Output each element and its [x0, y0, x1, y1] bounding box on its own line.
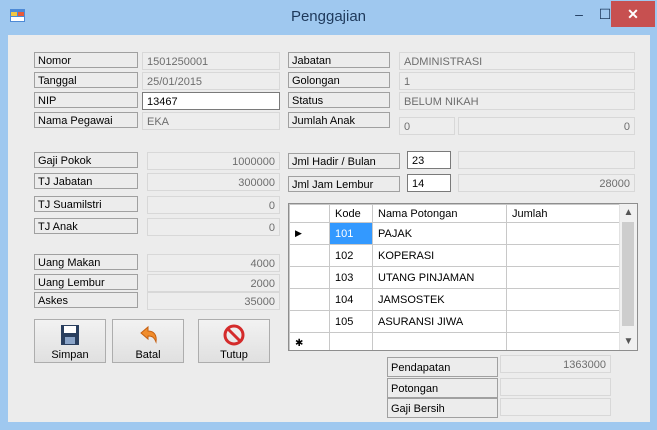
- nama-potongan-cell[interactable]: PAJAK: [372, 222, 507, 245]
- askes-field[interactable]: 35000: [147, 292, 280, 310]
- column-header-jumlah[interactable]: Jumlah: [506, 204, 623, 223]
- kode-cell[interactable]: 101: [329, 222, 373, 245]
- gaji-bersih-field[interactable]: [500, 398, 611, 416]
- jumlah-cell[interactable]: [506, 222, 623, 245]
- tanggal-label: Tanggal: [34, 72, 138, 88]
- nama-pegawai-field[interactable]: EKA: [142, 112, 280, 130]
- row-header: [289, 266, 330, 289]
- lembur-total-field[interactable]: 28000: [458, 174, 635, 192]
- status-label: Status: [288, 92, 390, 108]
- jml-hadir-total-field[interactable]: [458, 151, 635, 169]
- gaji-bersih-label: Gaji Bersih: [387, 398, 498, 418]
- scroll-thumb[interactable]: [622, 222, 634, 326]
- column-header-kode[interactable]: Kode: [329, 204, 373, 223]
- save-icon: [35, 324, 105, 348]
- pendapatan-label: Pendapatan: [387, 357, 498, 377]
- nip-input[interactable]: 13467: [142, 92, 280, 110]
- jumlah-cell[interactable]: [506, 244, 623, 267]
- row-header: [289, 244, 330, 267]
- kode-cell[interactable]: 102: [329, 244, 373, 267]
- askes-label: Askes: [34, 292, 138, 308]
- scroll-up-icon[interactable]: ▲: [620, 204, 637, 221]
- grid-header-row: Kode Nama Potongan Jumlah: [289, 204, 623, 223]
- status-field[interactable]: BELUM NIKAH: [399, 92, 635, 110]
- gaji-pokok-label: Gaji Pokok: [34, 152, 138, 168]
- jumlah-cell[interactable]: [506, 288, 623, 311]
- batal-label: Batal: [135, 349, 161, 361]
- tj-suami-istri-label: TJ Suamilstri: [34, 196, 138, 212]
- table-row[interactable]: 102 KOPERASI: [289, 244, 623, 267]
- nama-potongan-cell[interactable]: [372, 332, 507, 350]
- nip-label: NIP: [34, 92, 138, 108]
- penggajian-window: Penggajian – ☐ ✕ Nomor 1501250001 Tangga…: [0, 0, 657, 430]
- nama-pegawai-label: Nama Pegawai: [34, 112, 138, 128]
- jumlah-cell[interactable]: [506, 332, 623, 350]
- table-row[interactable]: 103 UTANG PINJAMAN: [289, 266, 623, 289]
- nama-potongan-cell[interactable]: JAMSOSTEK: [372, 288, 507, 311]
- kode-cell[interactable]: [329, 332, 373, 350]
- tutup-label: Tutup: [220, 349, 248, 361]
- tj-anak-label: TJ Anak: [34, 218, 138, 234]
- tj-jabatan-field[interactable]: 300000: [147, 173, 280, 191]
- nama-potongan-cell[interactable]: UTANG PINJAMAN: [372, 266, 507, 289]
- table-row[interactable]: 105 ASURANSI JIWA: [289, 310, 623, 333]
- scroll-down-icon[interactable]: ▼: [620, 333, 637, 350]
- no-entry-icon: [199, 324, 269, 348]
- golongan-label: Golongan: [288, 72, 390, 88]
- close-button[interactable]: ✕: [611, 1, 655, 27]
- potongan-grid[interactable]: Kode Nama Potongan Jumlah ▶ 101 PAJAK 10…: [288, 203, 638, 351]
- jumlah-anak-field[interactable]: 0: [399, 117, 455, 135]
- uang-lembur-label: Uang Lembur: [34, 274, 138, 290]
- jumlah-cell[interactable]: [506, 310, 623, 333]
- tj-suami-istri-field[interactable]: 0: [147, 196, 280, 214]
- table-row[interactable]: ▶ 101 PAJAK: [289, 222, 623, 245]
- jumlah-cell[interactable]: [506, 266, 623, 289]
- uang-makan-label: Uang Makan: [34, 254, 138, 270]
- row-header: [289, 310, 330, 333]
- tutup-button[interactable]: Tutup: [198, 319, 270, 363]
- jml-hadir-input[interactable]: 23: [407, 151, 451, 169]
- potongan-table: Kode Nama Potongan Jumlah ▶ 101 PAJAK 10…: [289, 204, 623, 350]
- uang-makan-field[interactable]: 4000: [147, 254, 280, 272]
- nama-potongan-cell[interactable]: ASURANSI JIWA: [372, 310, 507, 333]
- jabatan-label: Jabatan: [288, 52, 390, 68]
- jml-hadir-label: Jml Hadir / Bulan: [288, 153, 400, 169]
- new-row-marker: ✱: [289, 332, 330, 350]
- form-body: Nomor 1501250001 Tanggal 25/01/2015 NIP …: [8, 35, 650, 422]
- potongan-label: Potongan: [387, 378, 498, 398]
- kode-cell[interactable]: 104: [329, 288, 373, 311]
- minimize-button[interactable]: –: [566, 1, 592, 27]
- simpan-button[interactable]: Simpan: [34, 319, 106, 363]
- row-header-corner: [289, 204, 330, 223]
- jml-jam-lembur-input[interactable]: 14: [407, 174, 451, 192]
- batal-button[interactable]: Batal: [112, 319, 184, 363]
- undo-icon: [113, 324, 183, 348]
- nama-potongan-cell[interactable]: KOPERASI: [372, 244, 507, 267]
- table-row[interactable]: 104 JAMSOSTEK: [289, 288, 623, 311]
- new-row[interactable]: ✱: [289, 332, 623, 350]
- nomor-field[interactable]: 1501250001: [142, 52, 280, 70]
- jabatan-field[interactable]: ADMINISTRASI: [399, 52, 635, 70]
- title-bar[interactable]: Penggajian – ☐ ✕: [0, 0, 657, 34]
- column-header-nama-potongan[interactable]: Nama Potongan: [372, 204, 507, 223]
- jumlah-anak-label: Jumlah Anak: [288, 112, 390, 128]
- jml-jam-lembur-label: Jml Jam Lembur: [288, 176, 400, 192]
- grid-scrollbar[interactable]: ▲ ▼: [619, 204, 637, 350]
- window-title: Penggajian: [290, 8, 367, 25]
- uang-lembur-field[interactable]: 2000: [147, 274, 280, 292]
- nomor-label: Nomor: [34, 52, 138, 68]
- pendapatan-field[interactable]: 1363000: [500, 355, 611, 373]
- kode-cell[interactable]: 105: [329, 310, 373, 333]
- row-header: [289, 288, 330, 311]
- tj-jabatan-label: TJ Jabatan: [34, 173, 138, 189]
- golongan-field[interactable]: 1: [399, 72, 635, 90]
- tj-anak-field[interactable]: 0: [147, 218, 280, 236]
- gaji-pokok-field[interactable]: 1000000: [147, 152, 280, 170]
- current-row-marker: ▶: [289, 222, 330, 245]
- potongan-field[interactable]: [500, 378, 611, 396]
- simpan-label: Simpan: [51, 349, 89, 361]
- kode-cell[interactable]: 103: [329, 266, 373, 289]
- jumlah-anak-total-field[interactable]: 0: [458, 117, 635, 135]
- tanggal-field[interactable]: 25/01/2015: [142, 72, 280, 90]
